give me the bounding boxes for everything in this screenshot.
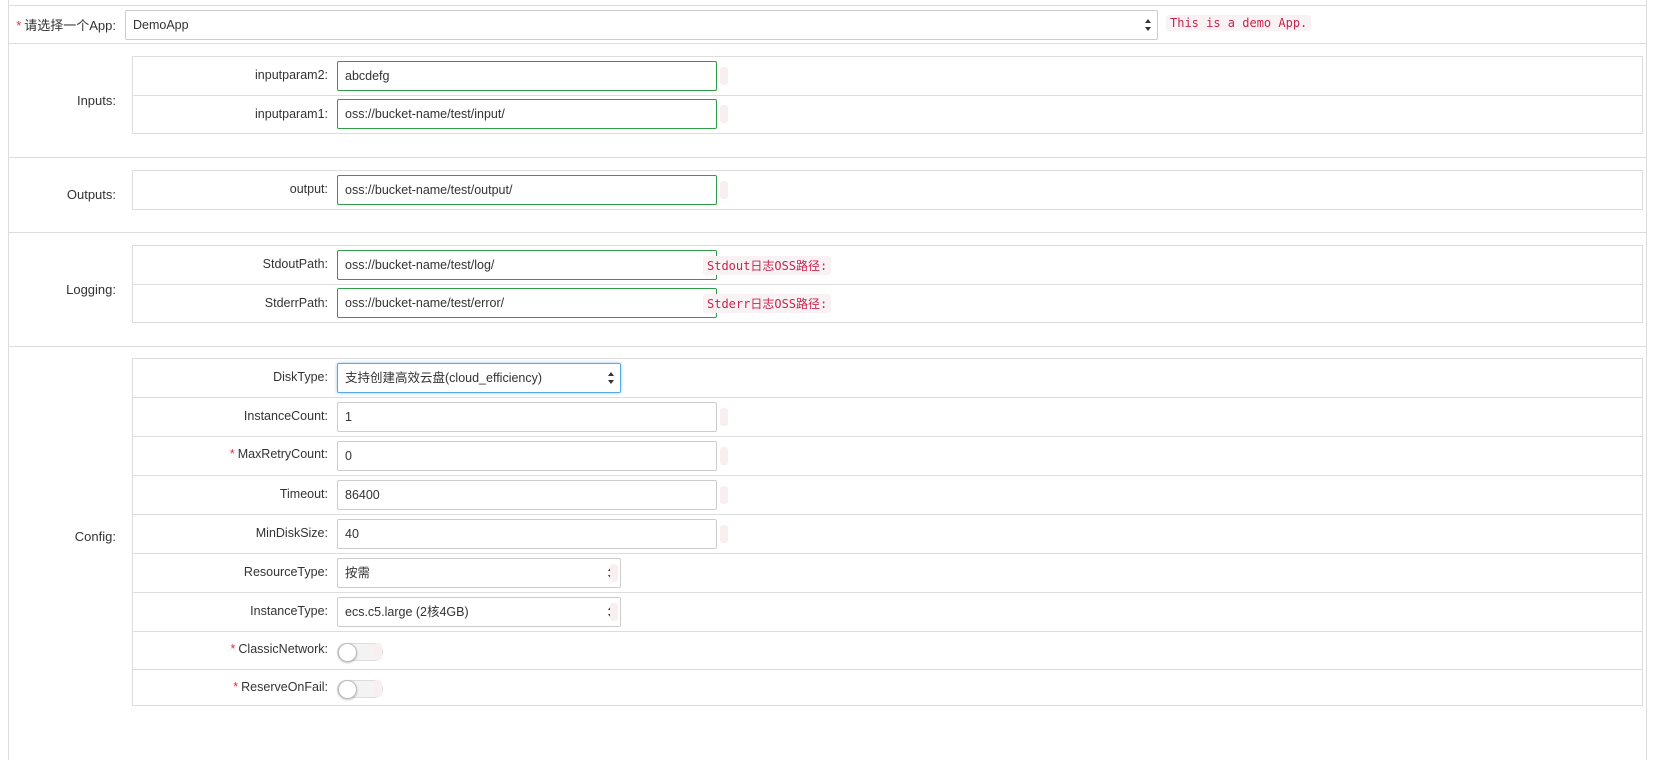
- output-label: output:: [289, 182, 328, 196]
- field-addon: [374, 680, 382, 697]
- inputparam2-label: inputparam2:: [255, 68, 328, 82]
- max-retry-count-label-text: MaxRetryCount:: [237, 447, 328, 461]
- inputs-box: inputparam2: abcdefg inputparam1: oss://…: [132, 56, 1643, 134]
- resource-type-value: 按需: [345, 566, 371, 580]
- select-arrows-icon: [1145, 18, 1151, 32]
- inputs-label: Inputs:: [76, 93, 116, 108]
- stderr-path-label: StderrPath:: [264, 296, 328, 310]
- output-input[interactable]: oss://bucket-name/test/output/: [337, 175, 717, 205]
- max-retry-count-row: * MaxRetryCount: 0: [133, 437, 1642, 476]
- input-row-inputparam2: inputparam2: abcdefg: [133, 57, 1642, 96]
- min-disk-size-row: MinDiskSize: 40: [133, 515, 1642, 554]
- divider: [8, 5, 1646, 6]
- classic-network-label-text: ClassicNetwork:: [238, 642, 328, 656]
- required-mark: *: [16, 18, 22, 33]
- timeout-row: Timeout: 86400: [133, 476, 1642, 515]
- stderr-path-input[interactable]: oss://bucket-name/test/error/: [337, 288, 717, 318]
- logging-label: Logging:: [66, 282, 116, 297]
- stdout-path-label: StdoutPath:: [262, 257, 328, 271]
- outputs-box: output: oss://bucket-name/test/output/: [132, 170, 1643, 210]
- max-retry-count-label: * MaxRetryCount:: [133, 447, 328, 461]
- field-addon: [610, 603, 618, 621]
- instance-type-label: InstanceType:: [250, 604, 328, 618]
- instance-type-value: ecs.c5.large (2核4GB): [345, 605, 469, 619]
- app-select-value: DemoApp: [133, 18, 189, 32]
- field-addon: [720, 181, 728, 199]
- resource-type-select[interactable]: 按需: [337, 558, 621, 588]
- resource-type-row: ResourceType: 按需: [133, 554, 1642, 593]
- instance-count-input[interactable]: 1: [337, 402, 717, 432]
- divider: [8, 232, 1646, 233]
- instance-count-row: InstanceCount: 1: [133, 398, 1642, 437]
- toggle-knob: [338, 643, 357, 662]
- app-select[interactable]: DemoApp: [125, 10, 1158, 40]
- config-box: DiskType: 支持创建高效云盘(cloud_efficiency) Ins…: [132, 358, 1643, 706]
- field-addon: [720, 486, 728, 504]
- disk-type-select[interactable]: 支持创建高效云盘(cloud_efficiency): [337, 363, 621, 393]
- select-arrows-icon: [608, 371, 614, 385]
- instance-type-select[interactable]: ecs.c5.large (2核4GB): [337, 597, 621, 627]
- max-retry-count-input[interactable]: 0: [337, 441, 717, 471]
- inputparam1-input[interactable]: oss://bucket-name/test/input/: [337, 99, 717, 129]
- inputparam1-label: inputparam1:: [255, 107, 328, 121]
- min-disk-size-input[interactable]: 40: [337, 519, 717, 549]
- reserve-on-fail-label: * ReserveOnFail:: [133, 680, 328, 694]
- stdout-path-hint: Stdout日志OSS路径:: [703, 256, 832, 275]
- app-hint: This is a demo App.: [1166, 15, 1312, 31]
- stderr-path-hint: Stderr日志OSS路径:: [703, 294, 832, 313]
- instance-count-label: InstanceCount:: [243, 409, 328, 423]
- classic-network-label: * ClassicNetwork:: [133, 642, 328, 656]
- reserve-on-fail-label-text: ReserveOnFail:: [241, 680, 328, 694]
- disk-type-label: DiskType:: [273, 370, 328, 384]
- divider: [8, 43, 1646, 44]
- toggle-knob: [338, 680, 357, 699]
- field-addon: [720, 67, 728, 85]
- stdout-row: StdoutPath: oss://bucket-name/test/log/ …: [133, 246, 1642, 285]
- field-addon: [720, 105, 728, 123]
- field-addon: [720, 525, 728, 543]
- required-mark: *: [229, 447, 235, 461]
- field-addon: [374, 643, 382, 660]
- field-addon: [720, 408, 728, 426]
- field-addon: [610, 564, 618, 582]
- outputs-label: Outputs:: [66, 187, 116, 202]
- logging-box: StdoutPath: oss://bucket-name/test/log/ …: [132, 245, 1643, 323]
- inputparam2-input[interactable]: abcdefg: [337, 61, 717, 91]
- resource-type-label: ResourceType:: [243, 565, 328, 579]
- instance-type-row: InstanceType: ecs.c5.large (2核4GB): [133, 593, 1642, 632]
- disk-type-value: 支持创建高效云盘(cloud_efficiency): [345, 371, 543, 385]
- stderr-row: StderrPath: oss://bucket-name/test/error…: [133, 285, 1642, 323]
- timeout-input[interactable]: 86400: [337, 480, 717, 510]
- divider: [8, 157, 1646, 158]
- input-row-inputparam1: inputparam1: oss://bucket-name/test/inpu…: [133, 96, 1642, 134]
- classic-network-row: * ClassicNetwork:: [133, 632, 1642, 670]
- required-mark: *: [233, 680, 239, 694]
- required-mark: *: [230, 642, 236, 656]
- divider: [8, 346, 1646, 347]
- app-select-label-text: 请选择一个App:: [24, 18, 116, 33]
- reserve-on-fail-row: * ReserveOnFail:: [133, 670, 1642, 706]
- output-row: output: oss://bucket-name/test/output/: [133, 171, 1642, 209]
- timeout-label: Timeout:: [279, 487, 328, 501]
- stdout-path-input[interactable]: oss://bucket-name/test/log/: [337, 250, 717, 280]
- min-disk-size-label: MinDiskSize:: [255, 526, 328, 540]
- field-addon: [720, 447, 728, 465]
- app-select-label: * 请选择一个App:: [0, 15, 116, 34]
- config-label: Config:: [74, 529, 116, 544]
- disk-type-row: DiskType: 支持创建高效云盘(cloud_efficiency): [133, 359, 1642, 398]
